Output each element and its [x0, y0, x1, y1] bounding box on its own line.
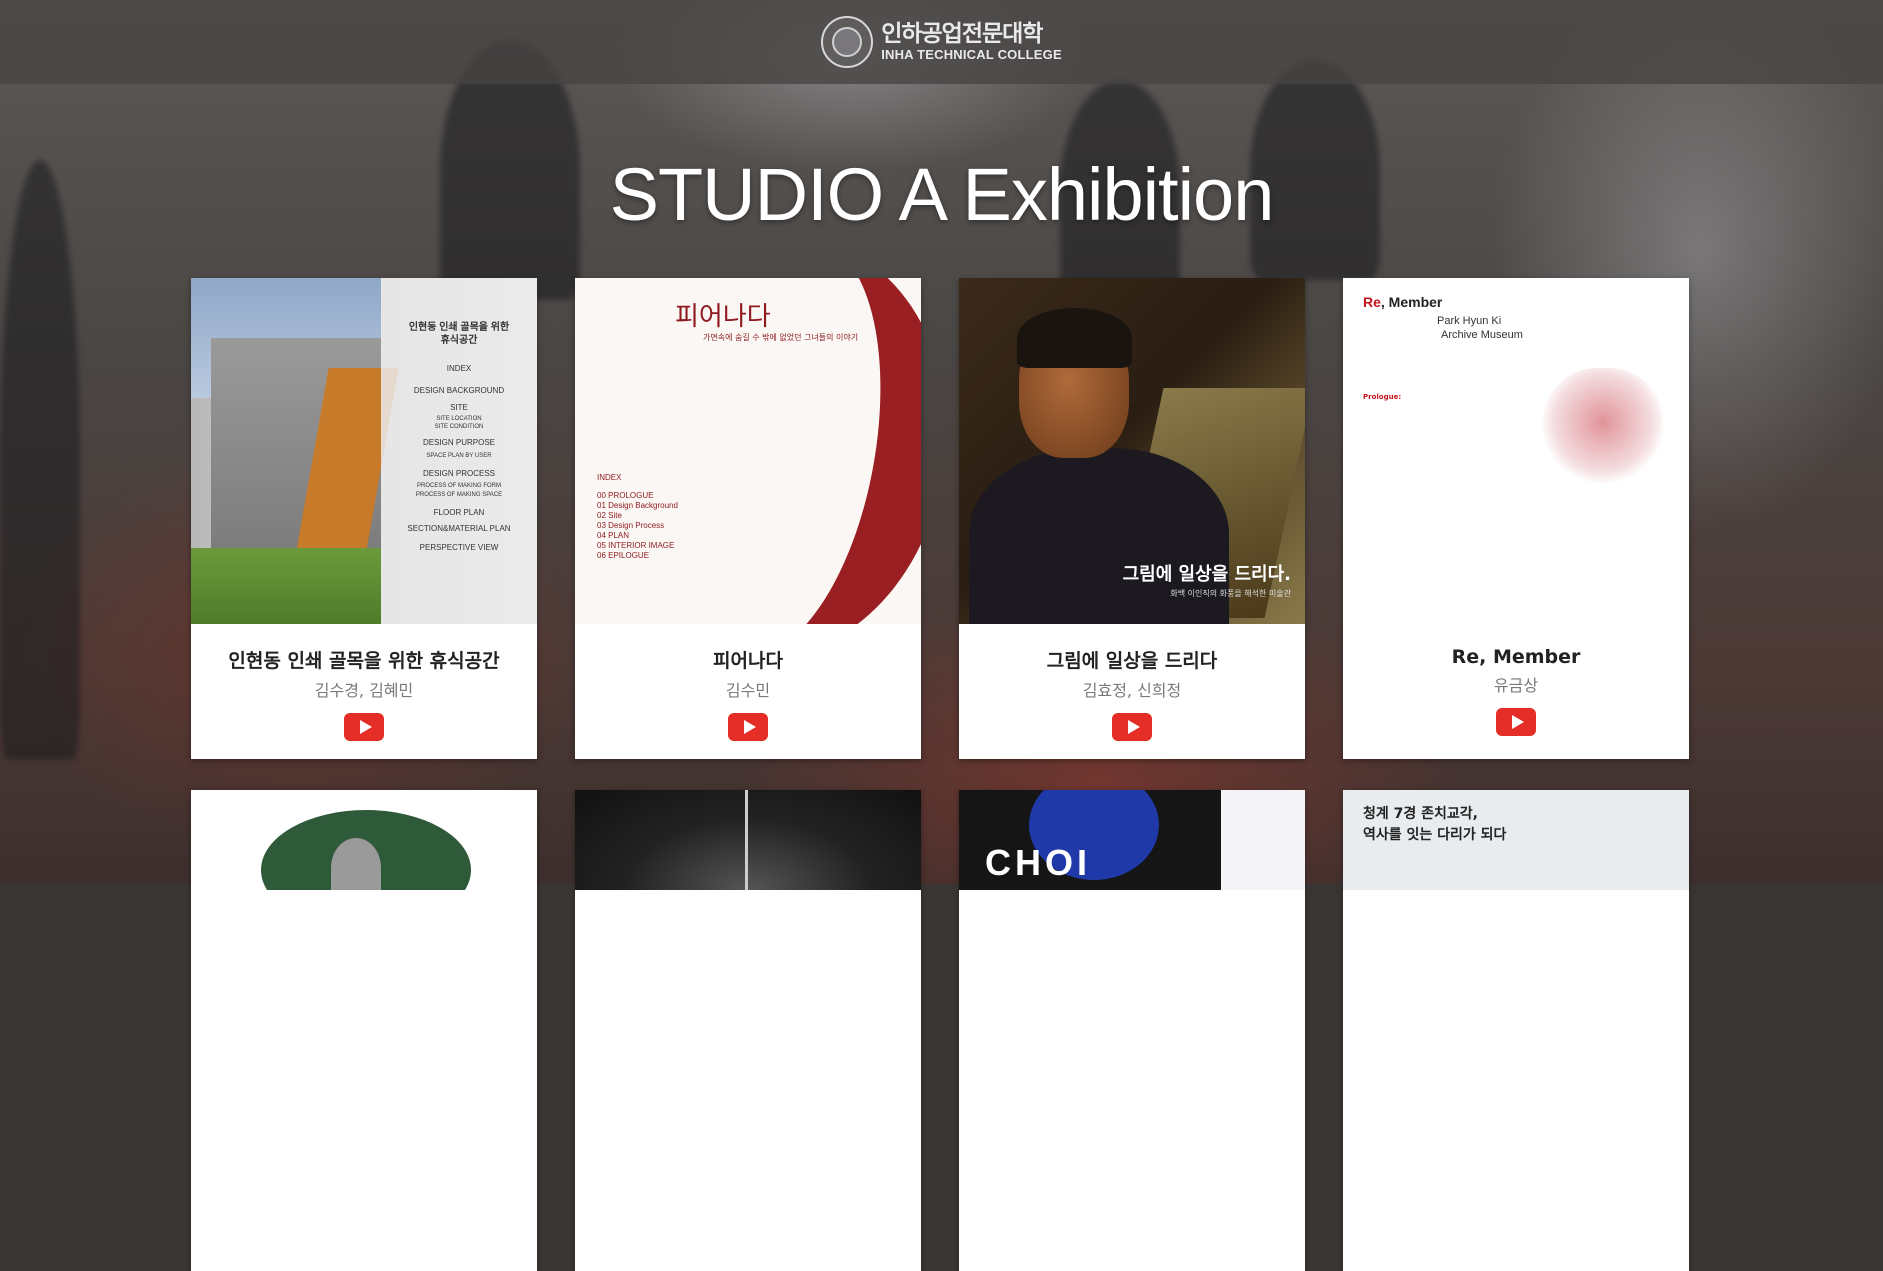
logo-english-text: INHA TECHNICAL COLLEGE: [881, 46, 1062, 62]
exhibition-card[interactable]: [575, 790, 921, 1271]
card-title: 인현동 인쇄 골목을 위한 휴식공간: [228, 650, 500, 672]
youtube-play-icon: [1511, 715, 1524, 729]
thumb-text: DESIGN PROCESS: [422, 469, 495, 478]
card-title: Re, Member: [1451, 646, 1581, 668]
exhibition-card[interactable]: 인현동 인쇄 골목을 위한 휴식공간 INDEX DESIGN BACKGROU…: [191, 278, 537, 759]
card-authors: 김수민: [725, 681, 771, 700]
card-thumbnail[interactable]: 인현동 인쇄 골목을 위한 휴식공간 INDEX DESIGN BACKGROU…: [191, 278, 537, 624]
thumb-caption: 그림에 일상을 드리다.: [1122, 564, 1291, 585]
youtube-play-button[interactable]: [728, 713, 768, 741]
thumb-text: PROCESS OF MAKING SPACE: [415, 492, 503, 498]
thumb-index: INDEX 00 PROLOGUE 01 Design Background 0…: [597, 473, 678, 560]
page-title: STUDIO A Exhibition: [609, 153, 1275, 236]
card-authors: 김효정, 신희정: [1082, 681, 1182, 700]
exhibition-card[interactable]: [191, 790, 537, 1271]
portrait-illustration: [1543, 368, 1663, 488]
exhibition-card[interactable]: CHOI: [959, 790, 1305, 1271]
card-thumbnail[interactable]: 청계 7경 존치교각, 역사를 잇는 다리가 되다: [1343, 790, 1689, 890]
youtube-play-icon: [743, 720, 756, 734]
thumb-text: SPACE PLAN BY USER: [426, 453, 492, 459]
youtube-play-button[interactable]: [1112, 713, 1152, 741]
card-thumbnail[interactable]: Re, Member Park Hyun Ki Archive Museum P…: [1343, 278, 1689, 624]
card-thumbnail[interactable]: 그림에 일상을 드리다. 화백 이인직의 화풍을 해석한 미술관: [959, 278, 1305, 624]
college-logo[interactable]: 인하공업전문대학 INHA TECHNICAL COLLEGE: [821, 16, 1062, 68]
exhibition-card[interactable]: 그림에 일상을 드리다. 화백 이인직의 화풍을 해석한 미술관 그림에 일상을…: [959, 278, 1305, 759]
card-title: 그림에 일상을 드리다: [1046, 650, 1218, 672]
thumb-text: DESIGN PURPOSE: [422, 438, 495, 447]
youtube-play-icon: [359, 720, 372, 734]
header-bar: 인하공업전문대학 INHA TECHNICAL COLLEGE: [0, 0, 1883, 84]
card-thumbnail[interactable]: [191, 790, 537, 890]
thumb-text: CHOI: [985, 842, 1091, 883]
thumb-prologue: Prologue:: [1363, 393, 1402, 401]
thumb-subtitle: 화백 이인직의 화풍을 해석한 미술관: [1170, 589, 1291, 598]
thumb-text: DESIGN BACKGROUND: [413, 386, 505, 395]
exhibition-card[interactable]: Re, Member Park Hyun Ki Archive Museum P…: [1343, 278, 1689, 759]
thumb-text: 휴식공간: [440, 335, 478, 346]
thumb-text: SITE CONDITION: [434, 424, 484, 430]
thumb-text: SECTION&MATERIAL PLAN: [407, 524, 511, 533]
thumb-text: PERSPECTIVE VIEW: [419, 543, 499, 552]
card-thumbnail[interactable]: [575, 790, 921, 890]
youtube-play-button[interactable]: [1496, 708, 1536, 736]
youtube-play-button[interactable]: [344, 713, 384, 741]
card-title: 피어나다: [713, 650, 783, 672]
youtube-play-icon: [1127, 720, 1140, 734]
card-authors: 김수경, 김혜민: [314, 681, 414, 700]
thumb-text: SITE: [450, 403, 468, 412]
thumb-text: INDEX: [446, 364, 472, 373]
thumb-heading: 피어나다: [675, 302, 771, 332]
card-authors: 유금상: [1493, 676, 1539, 695]
thumb-text: SITE LOCATION: [436, 416, 482, 422]
thumb-text: PROCESS OF MAKING FORM: [416, 483, 501, 489]
college-seal-icon: [821, 16, 874, 68]
thumb-subtitle: 가면속에 숨길 수 밖에 없었던 그녀들의 이야기: [703, 333, 859, 342]
thumb-text: Park Hyun Ki Archive Museum: [1437, 315, 1523, 341]
exhibition-card[interactable]: 청계 7경 존치교각, 역사를 잇는 다리가 되다: [1343, 790, 1689, 1271]
exhibition-card[interactable]: 피어나다 가면속에 숨길 수 밖에 없었던 그녀들의 이야기 INDEX 00 …: [575, 278, 921, 759]
thumb-text: 청계 7경 존치교각, 역사를 잇는 다리가 되다: [1363, 806, 1507, 843]
card-thumbnail[interactable]: 피어나다 가면속에 숨길 수 밖에 없었던 그녀들의 이야기 INDEX 00 …: [575, 278, 921, 624]
thumb-text: FLOOR PLAN: [433, 508, 485, 517]
card-thumbnail[interactable]: CHOI: [959, 790, 1305, 890]
logo-korean-text: 인하공업전문대학: [881, 21, 1043, 48]
